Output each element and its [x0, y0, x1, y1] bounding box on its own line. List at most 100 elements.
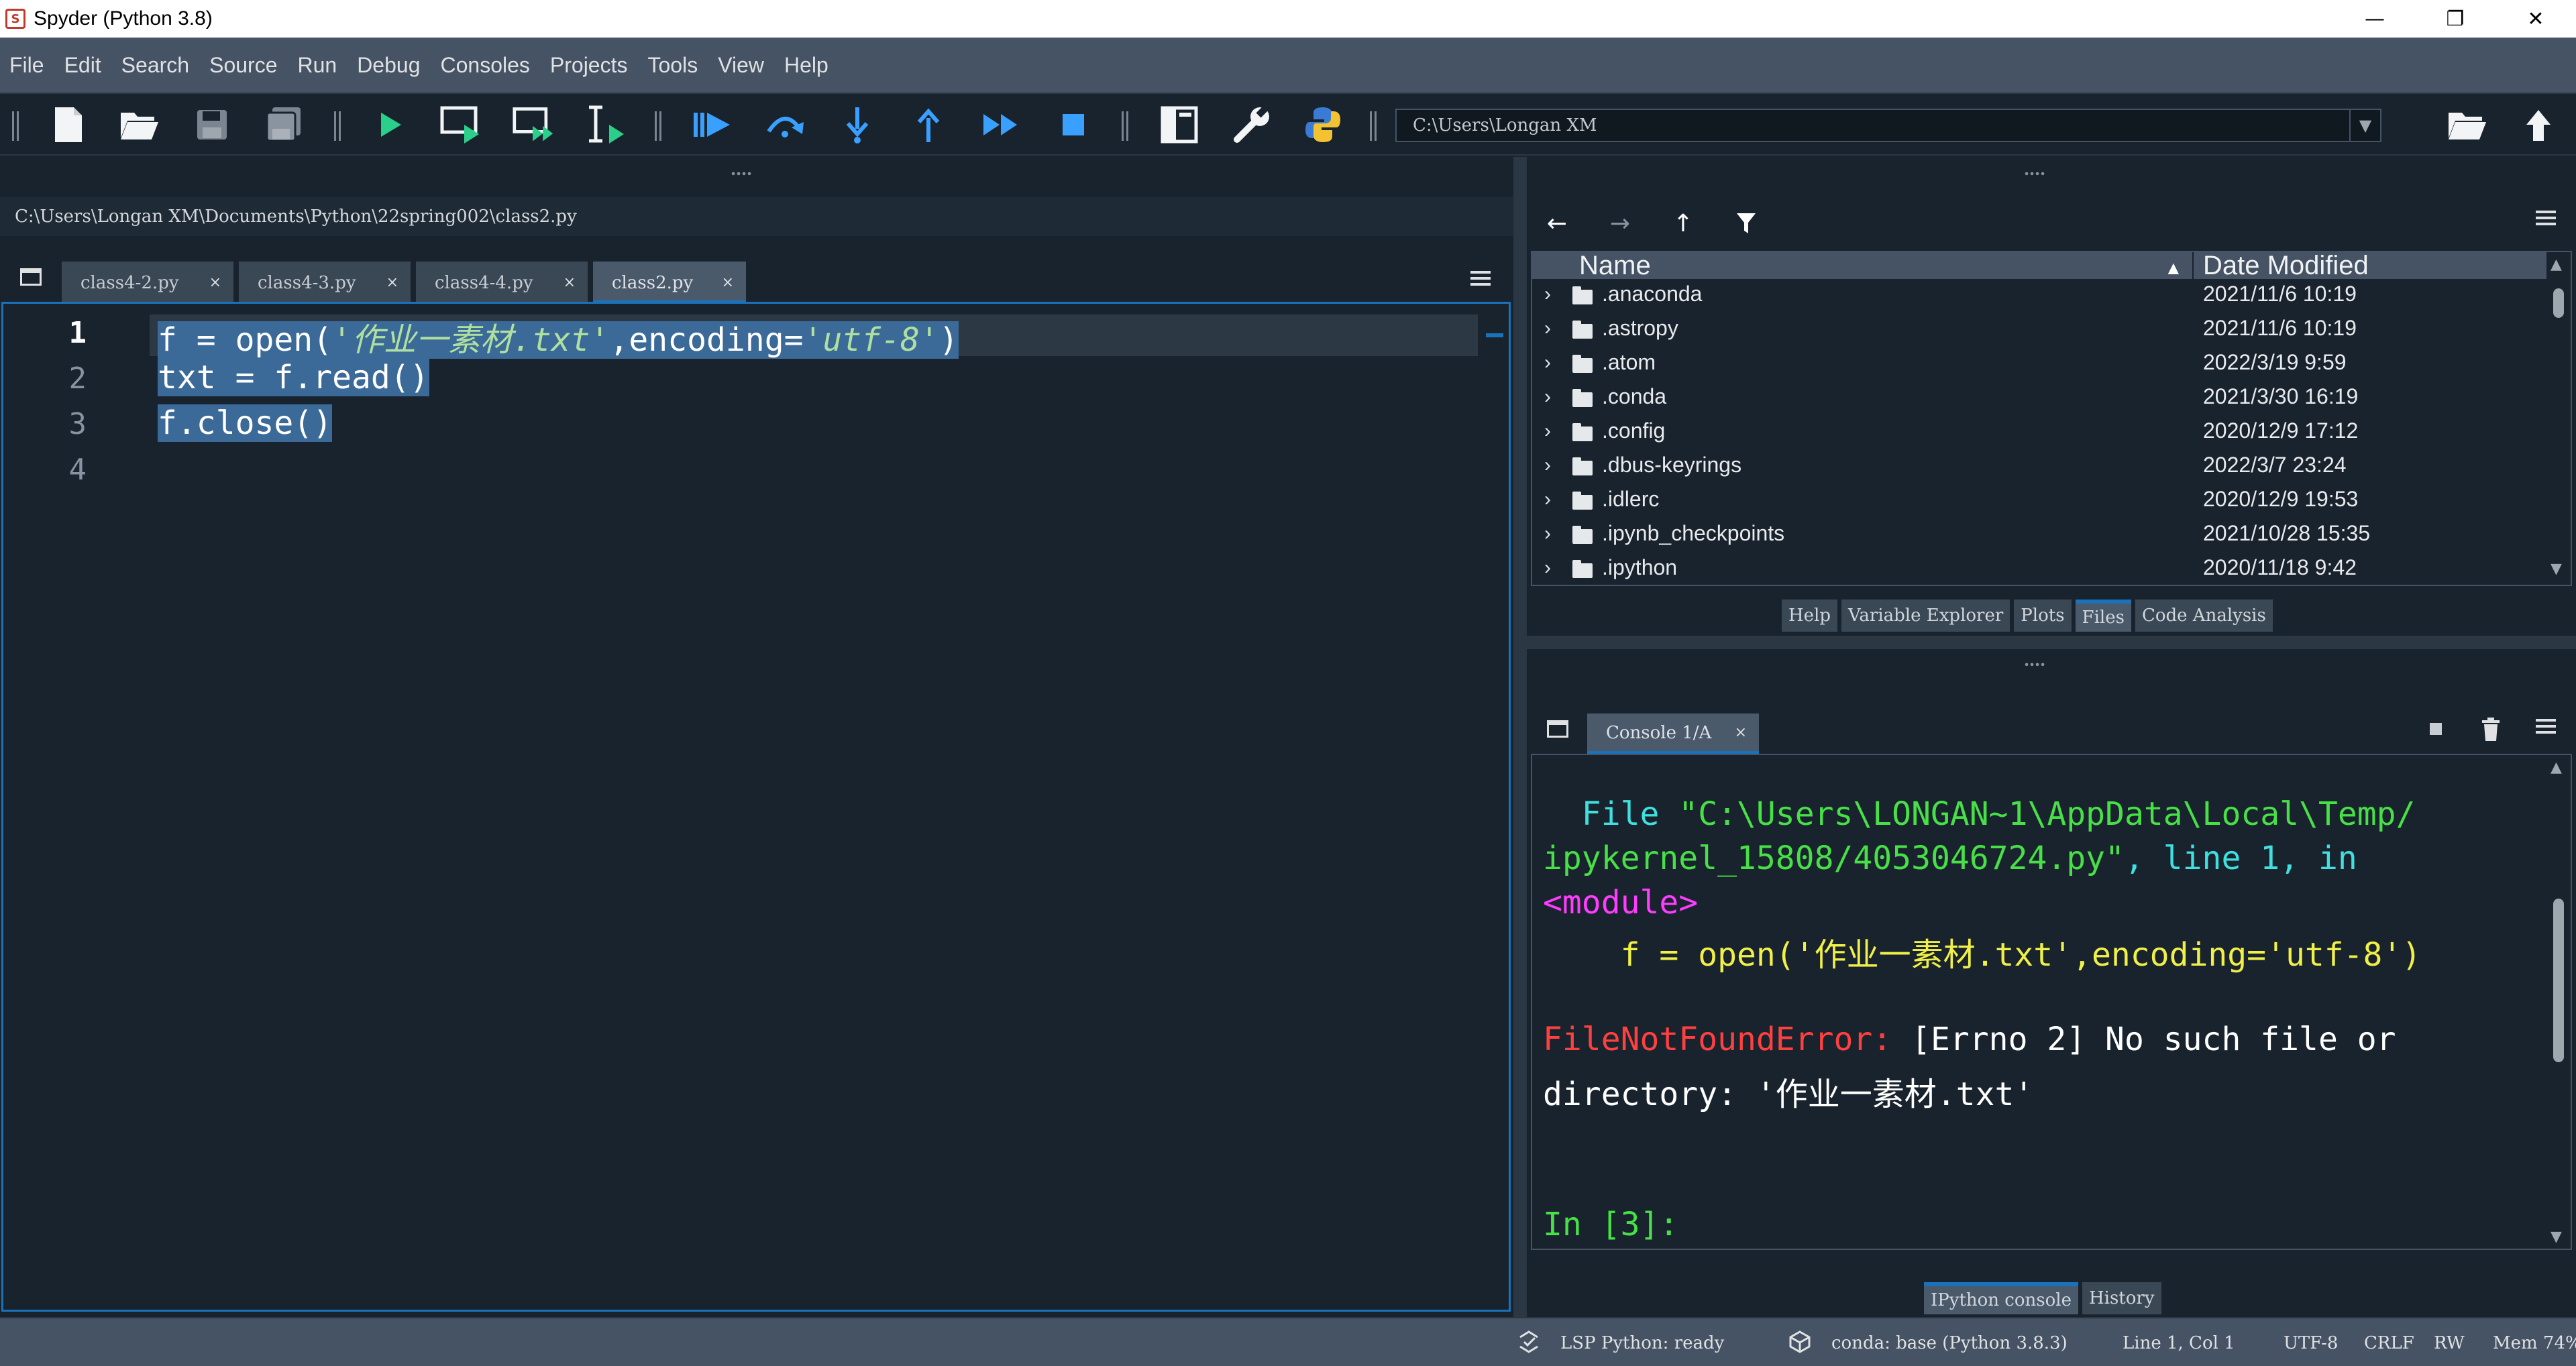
conda-env[interactable]: conda: base (Python 3.8.3)	[1831, 1333, 2068, 1353]
pane-splitter[interactable]	[1527, 636, 2576, 649]
browse-tabs-icon[interactable]	[1547, 720, 1568, 738]
chevron-right-icon[interactable]: ›	[1544, 522, 1551, 545]
ipython-console[interactable]: File "C:\Users\LONGAN~1\AppData\Local\Te…	[1531, 754, 2572, 1250]
menu-edit[interactable]: Edit	[64, 53, 101, 78]
step-over-icon[interactable]	[763, 103, 806, 146]
save-icon[interactable]	[191, 103, 233, 146]
console-prompt[interactable]: In [3]:	[1543, 1206, 1678, 1243]
open-file-icon[interactable]	[118, 103, 161, 146]
file-row[interactable]: › .ipython 2020/11/18 9:42	[1532, 554, 2546, 587]
menu-file[interactable]: File	[9, 53, 44, 78]
tab-history[interactable]: History	[2082, 1282, 2161, 1314]
scroll-thumb[interactable]	[2553, 899, 2564, 1062]
scroll-up-icon[interactable]: ▲	[2551, 256, 2562, 273]
run-cell-advance-icon[interactable]	[513, 103, 555, 146]
browse-folder-icon[interactable]	[2446, 103, 2489, 146]
tab-class4-2[interactable]: class4-2.py ×	[62, 262, 233, 304]
file-row[interactable]: › .conda 2021/3/30 16:19	[1532, 383, 2546, 416]
run-selection-icon[interactable]	[585, 103, 628, 146]
tab-console-1a[interactable]: Console 1/A ×	[1587, 714, 1759, 755]
drag-handle-icon[interactable]: ∙∙∙∙	[2023, 659, 2046, 670]
python-path-icon[interactable]	[1301, 103, 1344, 146]
tab-close-icon[interactable]: ×	[386, 262, 398, 304]
parent-dir-icon[interactable]	[2517, 103, 2560, 146]
tab-ipython-console[interactable]: IPython console	[1924, 1282, 2078, 1314]
editor-scrollbar[interactable]	[1481, 304, 1509, 1310]
stop-icon[interactable]	[1052, 103, 1095, 146]
drag-handle-icon[interactable]: ∙∙∙∙	[730, 168, 753, 179]
file-row[interactable]: › .dbus-keyrings 2022/3/7 23:24	[1532, 451, 2546, 485]
filter-icon[interactable]	[1731, 208, 1762, 239]
menu-consoles[interactable]: Consoles	[440, 53, 529, 78]
menu-view[interactable]: View	[718, 53, 764, 78]
column-header-date[interactable]: Date Modified	[2203, 251, 2369, 281]
scroll-down-icon[interactable]: ▼	[2551, 1229, 2562, 1245]
step-return-icon[interactable]	[907, 103, 950, 146]
run-icon[interactable]	[369, 103, 412, 146]
drag-handle-icon[interactable]: ∙∙∙∙	[2023, 168, 2046, 179]
preferences-icon[interactable]	[1230, 103, 1273, 146]
back-arrow-icon[interactable]: ←	[1542, 208, 1572, 239]
chevron-right-icon[interactable]: ›	[1544, 386, 1551, 408]
options-menu-icon[interactable]	[1470, 271, 1491, 286]
debug-icon[interactable]	[691, 103, 734, 146]
trash-icon[interactable]	[2481, 718, 2501, 742]
tab-close-icon[interactable]: ×	[722, 262, 734, 304]
options-menu-icon[interactable]	[2536, 719, 2556, 734]
code-line-2[interactable]: txt = f.read()	[158, 359, 429, 396]
step-into-icon[interactable]	[836, 103, 879, 146]
chevron-down-icon[interactable]: ▼	[2349, 110, 2380, 141]
browse-tabs-icon[interactable]	[20, 268, 42, 286]
chevron-right-icon[interactable]: ›	[1544, 351, 1551, 374]
menu-source[interactable]: Source	[209, 53, 277, 78]
menu-projects[interactable]: Projects	[550, 53, 628, 78]
tab-help[interactable]: Help	[1782, 600, 1838, 632]
new-file-icon[interactable]	[47, 103, 90, 146]
code-line-3[interactable]: f.close()	[158, 404, 333, 442]
scroll-up-icon[interactable]: ▲	[2551, 759, 2562, 776]
menu-help[interactable]: Help	[784, 53, 828, 78]
interrupt-kernel-icon[interactable]	[2430, 723, 2442, 735]
code-editor[interactable]: 1 2 3 4 f = open('作业一素材.txt',encoding='u…	[1, 302, 1511, 1312]
tab-close-icon[interactable]: ×	[209, 262, 221, 304]
close-button[interactable]: ✕	[2496, 0, 2576, 38]
file-row[interactable]: › .anaconda 2021/11/6 10:19	[1532, 280, 2546, 314]
file-row[interactable]: › .idlerc 2020/12/9 19:53	[1532, 486, 2546, 519]
continue-icon[interactable]	[979, 103, 1022, 146]
up-arrow-icon[interactable]: ↑	[1668, 208, 1699, 239]
chevron-right-icon[interactable]: ›	[1544, 454, 1551, 477]
file-tree-scrollbar[interactable]: ▲ ▼	[2546, 252, 2571, 585]
tab-class4-4[interactable]: class4-4.py ×	[416, 262, 588, 304]
file-row[interactable]: › .atom 2022/3/19 9:59	[1532, 349, 2546, 382]
chevron-right-icon[interactable]: ›	[1544, 420, 1551, 443]
menu-search[interactable]: Search	[121, 53, 189, 78]
code-area[interactable]: f = open('作业一素材.txt',encoding='utf-8') t…	[150, 304, 1485, 1310]
tab-close-icon[interactable]: ×	[564, 262, 576, 304]
scroll-down-icon[interactable]: ▼	[2551, 561, 2562, 577]
tab-close-icon[interactable]: ×	[1735, 714, 1747, 752]
minimize-button[interactable]: —	[2334, 0, 2415, 38]
code-line-1[interactable]: f = open('作业一素材.txt',encoding='utf-8')	[158, 313, 959, 360]
forward-arrow-icon[interactable]: →	[1605, 208, 1635, 239]
scroll-thumb[interactable]	[2553, 288, 2564, 318]
tab-variable-explorer[interactable]: Variable Explorer	[1841, 600, 2010, 632]
column-header-name[interactable]: Name	[1579, 251, 1651, 281]
chevron-right-icon[interactable]: ›	[1544, 317, 1551, 340]
run-cell-icon[interactable]	[440, 103, 483, 146]
maximize-button[interactable]: ❐	[2415, 0, 2496, 38]
tab-class4-3[interactable]: class4-3.py ×	[239, 262, 411, 304]
file-row[interactable]: › .ipynb_checkpoints 2021/10/28 15:35	[1532, 520, 2546, 553]
tab-code-analysis[interactable]: Code Analysis	[2135, 600, 2273, 632]
pane-splitter[interactable]	[1513, 157, 1527, 1317]
file-tree[interactable]: Name ▲ Date Modified › .anaconda 2021/11/6…	[1531, 251, 2572, 586]
tab-files[interactable]: Files	[2075, 600, 2131, 632]
chevron-right-icon[interactable]: ›	[1544, 557, 1551, 579]
tab-plots[interactable]: Plots	[2014, 600, 2072, 632]
file-row[interactable]: › .astropy 2021/11/6 10:19	[1532, 315, 2546, 348]
column-divider[interactable]	[2192, 252, 2194, 279]
options-menu-icon[interactable]	[2536, 211, 2556, 225]
tab-class2[interactable]: class2.py ×	[593, 262, 746, 304]
maximize-pane-icon[interactable]	[1158, 103, 1201, 146]
chevron-right-icon[interactable]: ›	[1544, 488, 1551, 511]
menu-run[interactable]: Run	[297, 53, 337, 78]
